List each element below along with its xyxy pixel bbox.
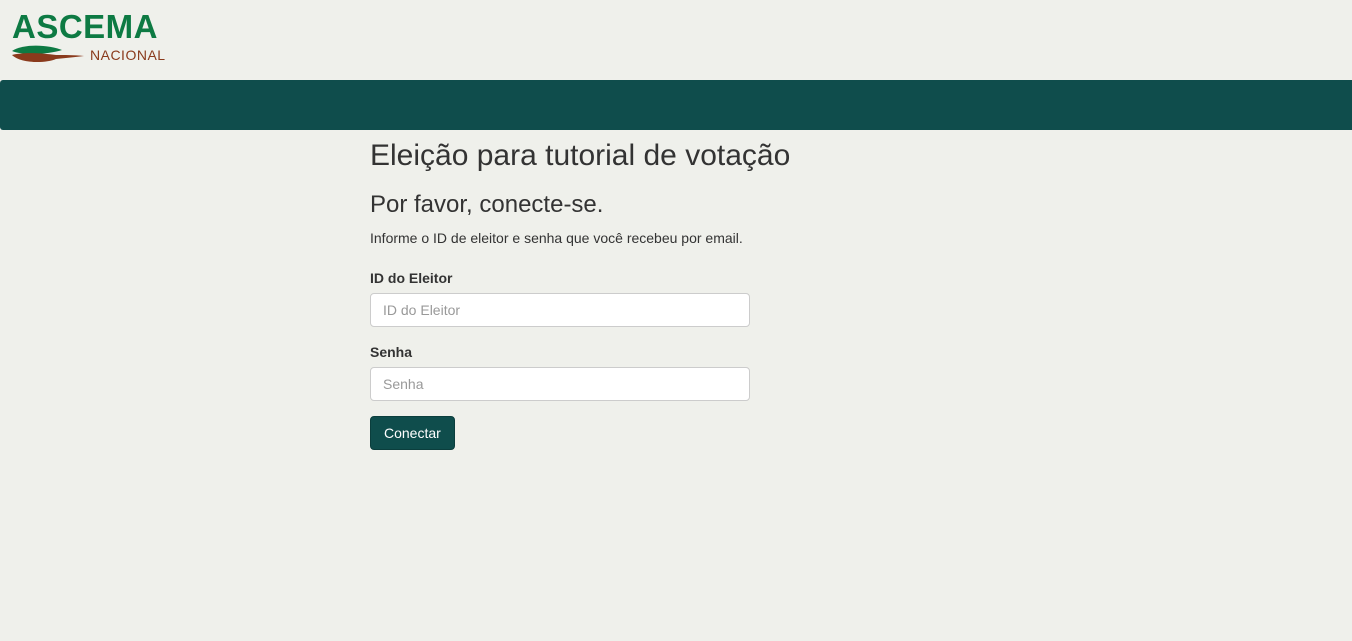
election-title: Eleição para tutorial de votação [370, 139, 791, 172]
ascema-logo[interactable]: ASCEMA NACIONAL [10, 10, 180, 68]
connect-button[interactable]: Conectar [370, 416, 455, 450]
voter-id-input[interactable] [370, 293, 750, 327]
top-navbar [0, 80, 1352, 130]
voter-id-label: ID do Eleitor [370, 270, 453, 286]
site-header: ASCEMA NACIONAL [0, 0, 1352, 80]
password-label: Senha [370, 344, 413, 360]
logo-title: ASCEMA [12, 8, 159, 45]
login-instructions: Informe o ID de eleitor e senha que você… [370, 230, 743, 246]
login-heading: Por favor, conecte-se. [370, 191, 604, 218]
leaf-icon [12, 45, 84, 63]
logo-subtitle: NACIONAL [90, 47, 166, 63]
password-input[interactable] [370, 367, 750, 401]
